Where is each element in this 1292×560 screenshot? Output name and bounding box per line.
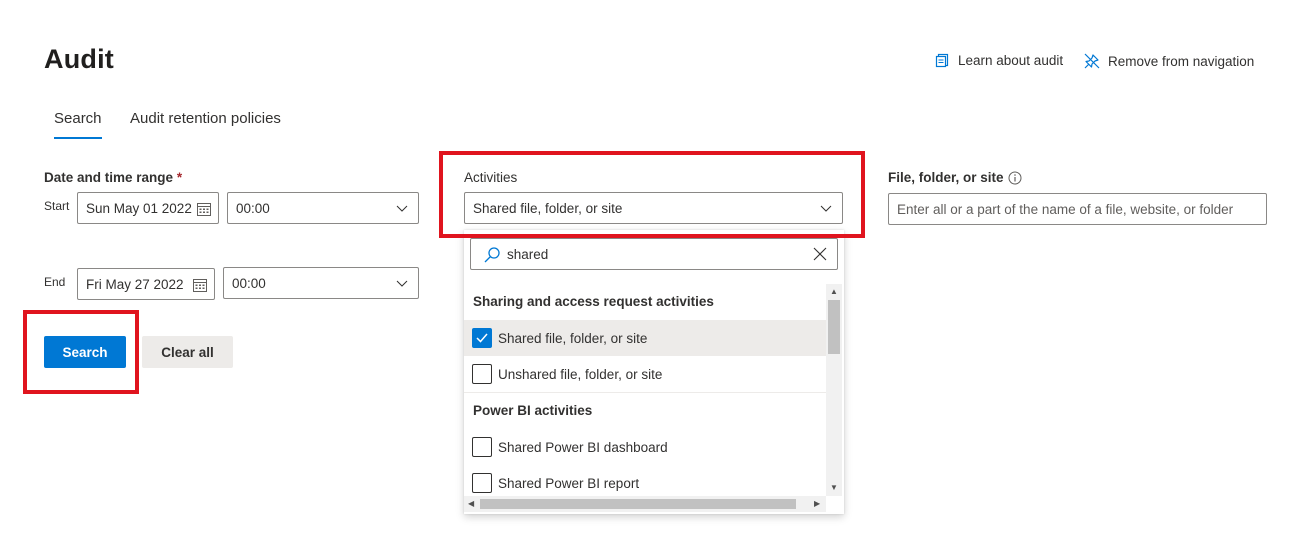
learn-about-audit-label: Learn about audit (958, 53, 1064, 68)
document-icon (935, 53, 949, 68)
highlight-box-activities (439, 151, 865, 238)
vertical-scrollbar[interactable]: ▲ ▼ (826, 284, 842, 496)
start-date-value: Sun May 01 2022 (86, 200, 192, 216)
highlight-box-search (23, 310, 139, 394)
activities-search-value: shared (507, 246, 549, 262)
file-folder-site-input[interactable]: Enter all or a part of the name of a fil… (888, 193, 1267, 225)
checkbox-checked[interactable] (472, 328, 492, 348)
close-icon[interactable] (813, 247, 827, 261)
scroll-left-arrow-icon[interactable]: ◀ (468, 500, 474, 508)
group-header-power-bi: Power BI activities (473, 403, 593, 418)
start-time-value: 00:00 (236, 200, 270, 216)
remove-from-navigation-label: Remove from navigation (1108, 53, 1255, 69)
group-header-sharing: Sharing and access request activities (473, 294, 714, 309)
vertical-scrollbar-thumb[interactable] (828, 300, 840, 354)
end-date-picker[interactable]: Fri May 27 2022 (77, 268, 215, 300)
horizontal-scrollbar-thumb[interactable] (480, 499, 796, 509)
option-label: Unshared file, folder, or site (498, 366, 663, 382)
clear-all-button[interactable]: Clear all (142, 336, 233, 368)
scroll-right-arrow-icon[interactable]: ▶ (814, 500, 820, 508)
horizontal-scrollbar[interactable]: ◀ ▶ (464, 496, 826, 512)
required-mark: * (176, 170, 183, 185)
option-label: Shared file, folder, or site (498, 330, 648, 346)
page-title: Audit (44, 44, 114, 74)
checkbox[interactable] (472, 473, 492, 493)
end-time-value: 00:00 (232, 275, 266, 291)
activities-search-input[interactable]: shared (470, 238, 838, 270)
end-time-dropdown[interactable]: 00:00 (223, 267, 419, 299)
option-unshared-file-folder-site[interactable]: Unshared file, folder, or site (464, 356, 826, 392)
search-icon (484, 247, 500, 263)
option-shared-file-folder-site[interactable]: Shared file, folder, or site (464, 320, 826, 356)
activities-dropdown-panel: shared Sharing and access request activi… (464, 230, 844, 514)
tab-search[interactable]: Search (54, 110, 102, 127)
start-label: Start (44, 199, 70, 213)
calendar-icon (197, 203, 211, 216)
scroll-down-arrow-icon[interactable]: ▼ (830, 484, 838, 492)
calendar-icon (193, 279, 207, 292)
chevron-down-icon (396, 205, 408, 212)
chevron-down-icon (396, 280, 408, 287)
active-tab-indicator (54, 137, 102, 139)
unpin-icon (1084, 53, 1100, 69)
remove-from-navigation-link[interactable]: Remove from navigation (1084, 53, 1254, 69)
option-shared-power-bi-dashboard[interactable]: Shared Power BI dashboard (464, 429, 826, 465)
date-range-label: Date and time range * (44, 170, 182, 185)
learn-about-audit-link[interactable]: Learn about audit (935, 53, 1063, 68)
activities-option-list: Sharing and access request activities Sh… (464, 284, 826, 496)
date-range-label-text: Date and time range (44, 170, 174, 185)
checkbox[interactable] (472, 364, 492, 384)
file-folder-site-label-text: File, folder, or site (888, 170, 1004, 185)
tab-audit-retention-policies[interactable]: Audit retention policies (130, 110, 281, 127)
group-divider (464, 392, 826, 393)
end-date-value: Fri May 27 2022 (86, 276, 184, 292)
end-label: End (44, 275, 66, 289)
option-label: Shared Power BI report (498, 475, 640, 491)
file-folder-site-placeholder: Enter all or a part of the name of a fil… (897, 201, 1234, 217)
start-date-picker[interactable]: Sun May 01 2022 (77, 192, 219, 224)
option-label: Shared Power BI dashboard (498, 439, 668, 455)
checkmark-icon (476, 333, 488, 343)
file-folder-site-label: File, folder, or site (888, 170, 1022, 185)
scroll-up-arrow-icon[interactable]: ▲ (830, 288, 838, 296)
start-time-dropdown[interactable]: 00:00 (227, 192, 419, 224)
info-icon[interactable] (1008, 171, 1022, 185)
checkbox[interactable] (472, 437, 492, 457)
